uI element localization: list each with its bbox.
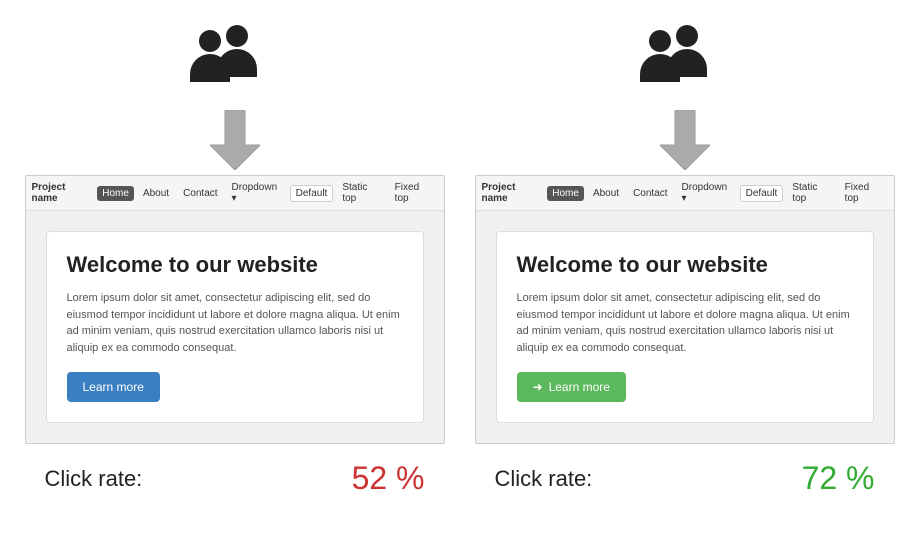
panel-a: Project name Home About Contact Dropdown… [25,20,445,444]
nav-fixed-b[interactable]: Fixed top [840,180,888,206]
panels-container: Project name Home About Contact Dropdown… [10,20,909,444]
users-icon-b [635,20,735,100]
content-card-b: Welcome to our website Lorem ipsum dolor… [496,231,874,423]
click-rate-value-a: 52 % [352,460,425,497]
users-icon-a [185,20,285,100]
arrow-right-icon: ➜ [533,380,543,394]
nav-default-a[interactable]: Default [290,185,334,202]
nav-static-b[interactable]: Static top [787,180,835,206]
head-right-a [226,25,248,47]
content-body-b: Lorem ipsum dolor sit amet, consectetur … [517,290,853,356]
nav-about-a[interactable]: About [138,186,174,201]
nav-brand-a: Project name [32,182,90,204]
click-rate-label-b: Click rate: [495,466,593,492]
nav-dropdown-b[interactable]: Dropdown ▾ [677,180,736,206]
nav-home-b[interactable]: Home [547,186,584,201]
browser-mockup-a: Project name Home About Contact Dropdown… [25,175,445,444]
browser-nav-a: Project name Home About Contact Dropdown… [26,176,444,211]
body-right-a [217,49,257,77]
learn-more-button-a[interactable]: Learn more [67,372,160,402]
nav-default-b[interactable]: Default [740,185,784,202]
body-right-b [667,49,707,77]
click-rate-panel-b: Click rate: 72 % [475,460,895,497]
nav-static-a[interactable]: Static top [337,180,385,206]
person-right-a [217,25,257,77]
arrow-down-a [210,110,260,175]
head-right-b [676,25,698,47]
content-body-a: Lorem ipsum dolor sit amet, consectetur … [67,290,403,356]
click-rate-panel-a: Click rate: 52 % [25,460,445,497]
nav-contact-b[interactable]: Contact [628,186,672,201]
nav-contact-a[interactable]: Contact [178,186,222,201]
nav-dropdown-a[interactable]: Dropdown ▾ [227,180,286,206]
panel-b: Project name Home About Contact Dropdown… [475,20,895,444]
arrow-down-b [660,110,710,175]
browser-nav-b: Project name Home About Contact Dropdown… [476,176,894,211]
person-right-b [667,25,707,77]
content-card-a: Welcome to our website Lorem ipsum dolor… [46,231,424,423]
click-rate-value-b: 72 % [802,460,875,497]
click-rates-row: Click rate: 52 % Click rate: 72 % [10,460,909,497]
nav-brand-b: Project name [482,182,540,204]
nav-home-a[interactable]: Home [97,186,134,201]
browser-mockup-b: Project name Home About Contact Dropdown… [475,175,895,444]
click-rate-label-a: Click rate: [45,466,143,492]
content-title-b: Welcome to our website [517,252,853,278]
nav-fixed-a[interactable]: Fixed top [390,180,438,206]
learn-more-label-b: Learn more [549,380,610,394]
browser-content-a: Welcome to our website Lorem ipsum dolor… [26,211,444,443]
learn-more-button-b[interactable]: ➜ Learn more [517,372,626,402]
content-title-a: Welcome to our website [67,252,403,278]
nav-about-b[interactable]: About [588,186,624,201]
browser-content-b: Welcome to our website Lorem ipsum dolor… [476,211,894,443]
